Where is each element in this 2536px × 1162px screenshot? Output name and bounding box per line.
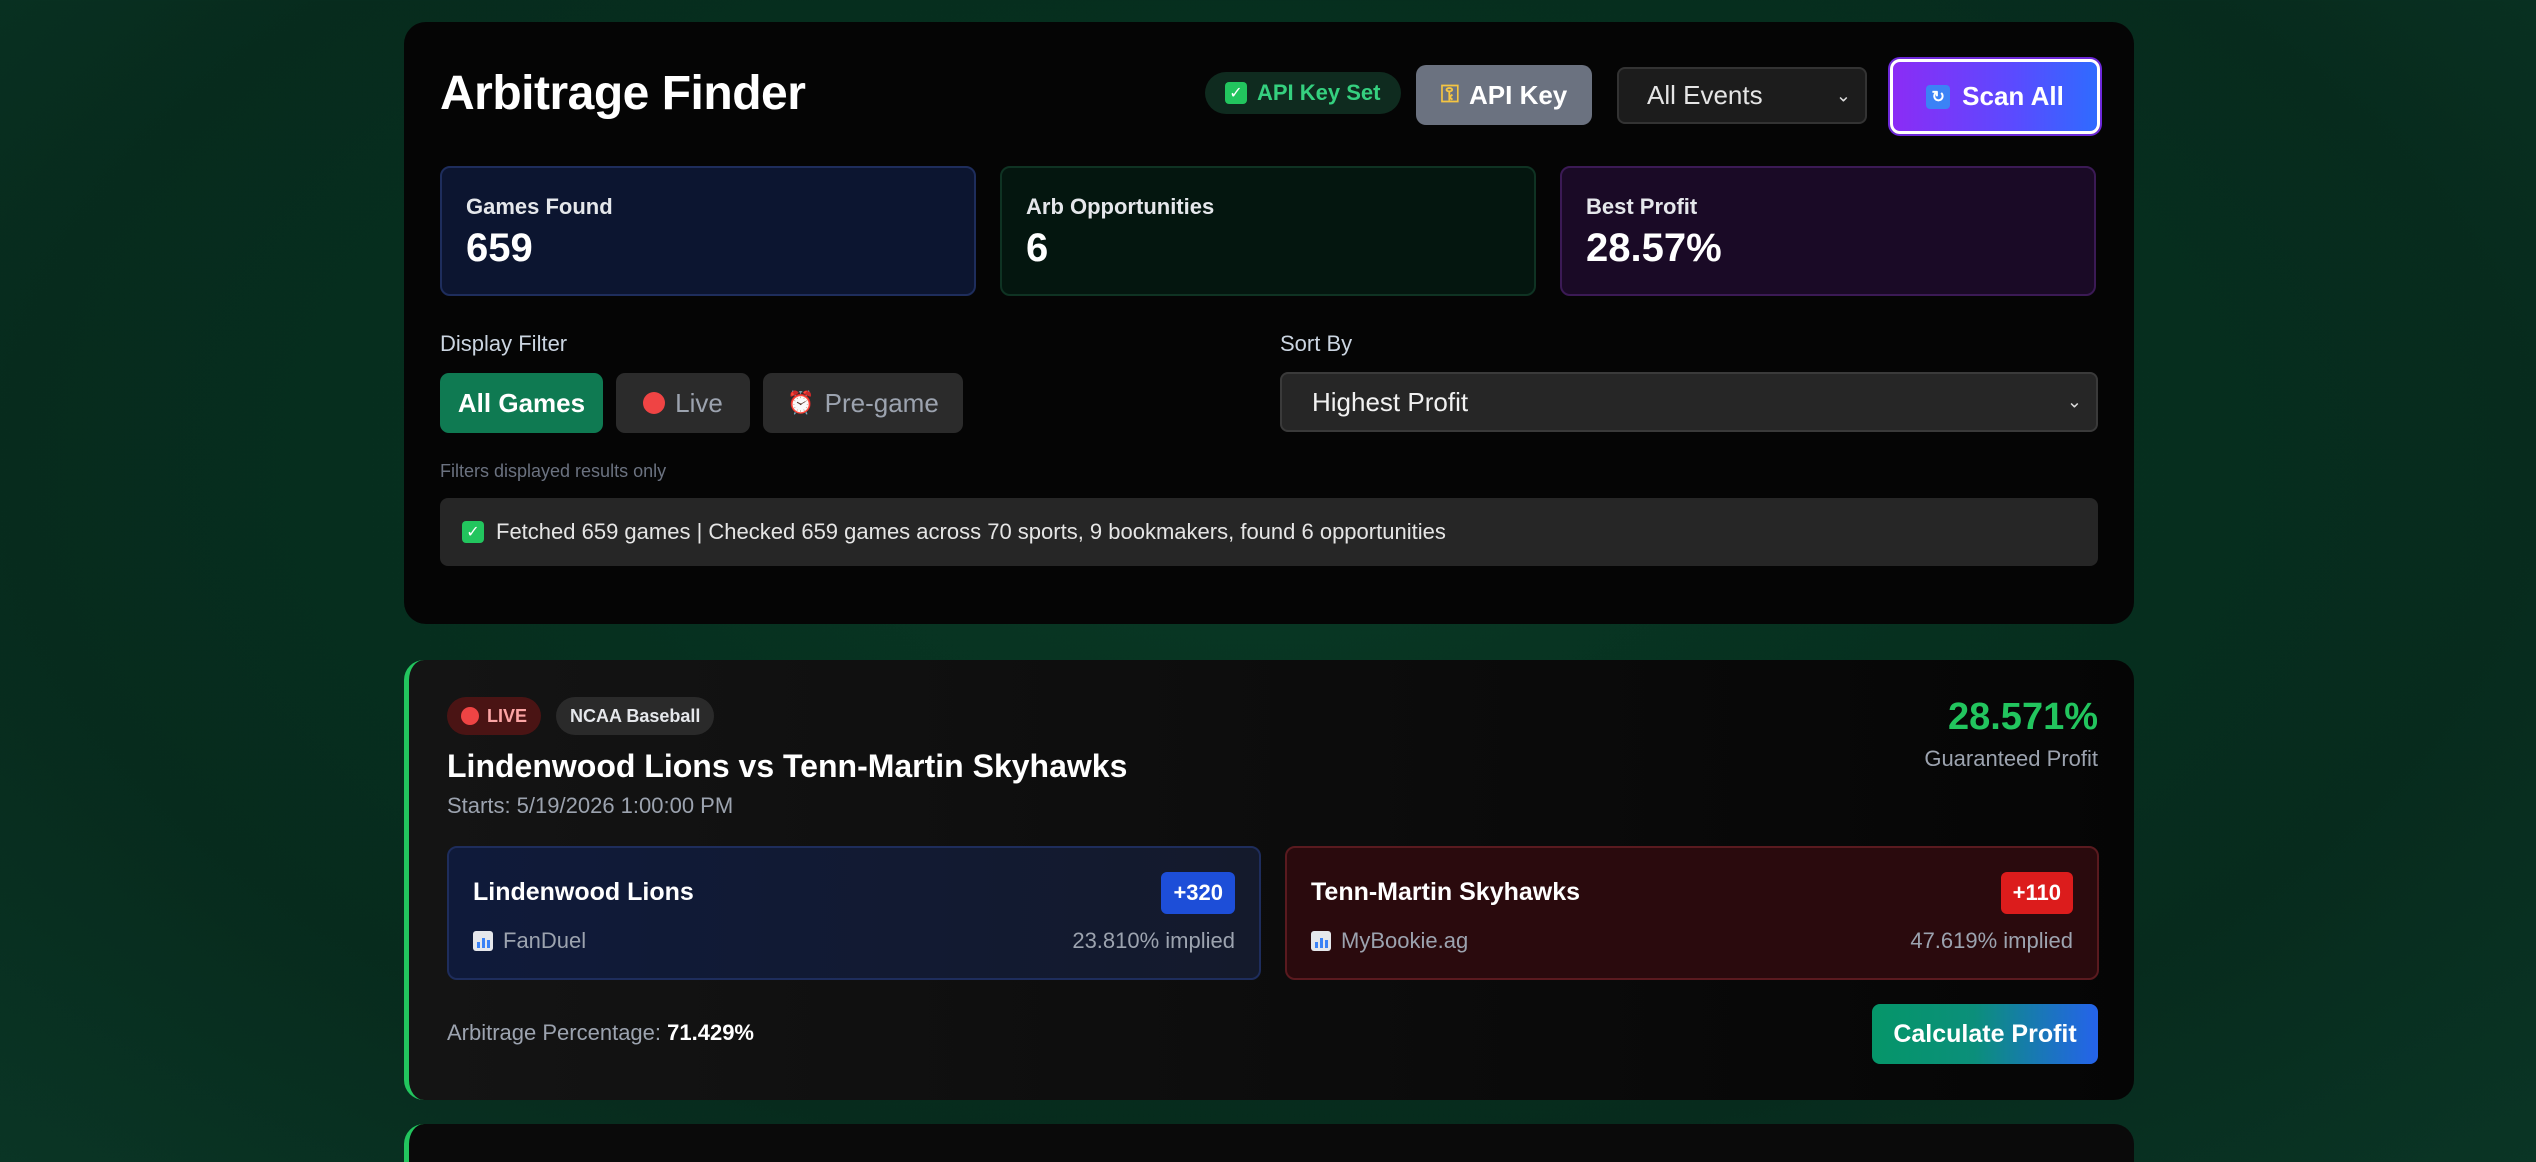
outcome-card-home: Lindenwood Lions +320 FanDuel 23.810% im… <box>447 846 1261 980</box>
stat-value: 28.57% <box>1586 226 1722 270</box>
stat-value: 659 <box>466 226 533 270</box>
filter-all-games-label: All Games <box>457 387 586 418</box>
filter-live-label: Live <box>675 387 723 418</box>
bookmaker-name: MyBookie.ag <box>1341 928 1469 953</box>
red-dot-icon <box>643 392 666 414</box>
sort-by-label: Sort By <box>1280 331 1353 356</box>
page-title: Arbitrage Finder <box>440 67 806 120</box>
guaranteed-profit-label: Guaranteed Profit <box>1924 746 2098 771</box>
stat-label: Arb Opportunities <box>1026 194 1215 219</box>
outcome-team: Tenn-Martin Skyhawks <box>1311 878 1581 906</box>
filter-all-games-button[interactable]: All Games <box>440 373 603 433</box>
live-badge: LIVE <box>447 697 542 735</box>
arbitrage-percentage: Arbitrage Percentage: 71.429% <box>447 1020 754 1046</box>
scan-all-button[interactable]: ↻ Scan All <box>1890 59 2100 134</box>
chevron-down-icon: ⌄ <box>2066 391 2082 412</box>
stat-label: Best Profit <box>1586 194 1698 219</box>
outcome-team: Lindenwood Lions <box>473 878 694 906</box>
api-key-button[interactable]: ⚿ API Key <box>1416 65 1592 125</box>
outcome-card-away: Tenn-Martin Skyhawks +110 MyBookie.ag 47… <box>1285 846 2099 980</box>
stat-value: 6 <box>1026 226 1049 270</box>
display-filter-label: Display Filter <box>440 331 568 356</box>
calculate-profit-button[interactable]: Calculate Profit <box>1872 1004 2098 1064</box>
check-icon: ✓ <box>1225 82 1247 104</box>
chart-icon <box>1311 931 1331 951</box>
stat-best-profit: Best Profit 28.57% <box>1560 166 2096 296</box>
odds-badge: +110 <box>2000 872 2073 914</box>
opportunity-card: LIVE NCAA Baseball Lindenwood Lions vs T… <box>404 660 2134 1100</box>
odds-badge: +320 <box>1161 872 1235 914</box>
next-opportunity-card <box>404 1124 2134 1162</box>
implied-probability: 23.810% implied <box>1072 928 1235 953</box>
chevron-down-icon: ⌄ <box>1835 85 1851 105</box>
bookmaker: FanDuel <box>473 928 586 954</box>
alarm-clock-icon: ⏰ <box>787 390 815 415</box>
stat-arb-opportunities: Arb Opportunities 6 <box>1000 166 1536 296</box>
filter-pregame-label: Pre-game <box>824 387 939 418</box>
scan-all-label: Scan All <box>1962 81 2064 111</box>
red-dot-icon <box>461 707 479 725</box>
events-select[interactable]: All Events ⌄ <box>1617 67 1867 124</box>
sort-select-value: Highest Profit <box>1312 386 1469 417</box>
api-key-label: API Key <box>1469 79 1568 110</box>
sort-select[interactable]: Highest Profit ⌄ <box>1280 372 2098 432</box>
match-title: Lindenwood Lions vs Tenn-Martin Skyhawks <box>447 748 1128 784</box>
bookmaker: MyBookie.ag <box>1311 928 1468 954</box>
api-status-badge: ✓ API Key Set <box>1205 72 1401 114</box>
filter-live-button[interactable]: Live <box>616 373 750 433</box>
status-message: Fetched 659 games | Checked 659 games ac… <box>496 519 1446 544</box>
guaranteed-profit-value: 28.571% <box>1947 696 2098 738</box>
stat-games-found: Games Found 659 <box>440 166 976 296</box>
arbitrage-percentage-value: 71.429% <box>667 1020 754 1045</box>
implied-probability: 47.619% implied <box>1910 928 2073 953</box>
api-status-label: API Key Set <box>1257 80 1381 105</box>
filter-hint: Filters displayed results only <box>440 461 667 481</box>
sport-badge: NCAA Baseball <box>556 697 715 735</box>
stat-label: Games Found <box>466 194 613 219</box>
events-select-value: All Events <box>1647 80 1763 110</box>
bookmaker-name: FanDuel <box>503 928 587 953</box>
arbitrage-percentage-label: Arbitrage Percentage: <box>447 1020 668 1045</box>
live-badge-label: LIVE <box>487 705 528 726</box>
filter-pregame-button[interactable]: ⏰ Pre-game <box>763 373 963 433</box>
main-panel: Arbitrage Finder ✓ API Key Set ⚿ API Key… <box>404 22 2134 624</box>
check-icon: ✓ <box>462 521 484 543</box>
refresh-icon: ↻ <box>1926 84 1951 109</box>
key-icon: ⚿ <box>1440 81 1459 108</box>
status-message-box: ✓ Fetched 659 games | Checked 659 games … <box>440 498 2098 566</box>
match-start-time: Starts: 5/19/2026 1:00:00 PM <box>447 793 734 818</box>
chart-icon <box>473 931 493 951</box>
